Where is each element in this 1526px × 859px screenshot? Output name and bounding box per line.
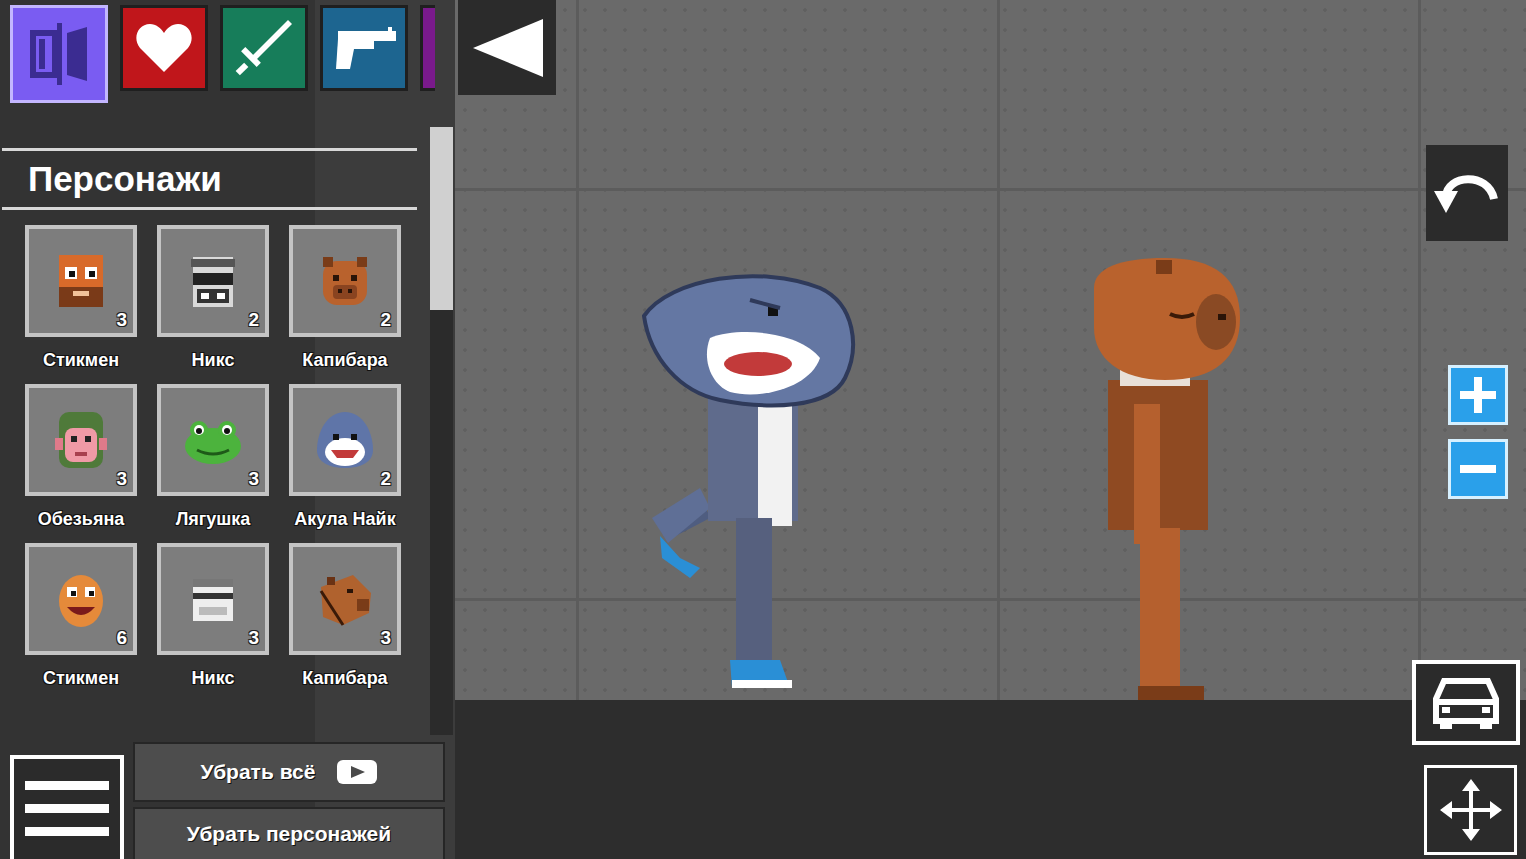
nix-face-icon xyxy=(181,249,245,313)
character-count: 3 xyxy=(116,468,127,490)
menu-button[interactable] xyxy=(10,755,124,859)
character-name: Обезьяна xyxy=(38,509,125,533)
category-tab[interactable] xyxy=(10,5,108,103)
character-item[interactable]: 2 Никс xyxy=(147,225,279,374)
character-item[interactable]: 6 Стикмен xyxy=(15,543,147,692)
video-icon xyxy=(337,758,377,786)
plus-icon xyxy=(1458,375,1498,415)
character-item[interactable]: 3 Обезьяна xyxy=(15,384,147,533)
collapse-button[interactable] xyxy=(458,0,556,95)
character-card[interactable]: 2 xyxy=(157,225,269,337)
category-tab[interactable] xyxy=(120,5,208,91)
frog-face-icon xyxy=(181,408,245,472)
move-button[interactable] xyxy=(1424,765,1517,855)
character-card[interactable]: 2 xyxy=(289,384,401,496)
action-label: Убрать персонажей xyxy=(187,822,391,846)
character-count: 2 xyxy=(380,309,391,331)
action-button[interactable]: Убрать персонажей xyxy=(133,807,445,859)
zoom-out-button[interactable] xyxy=(1448,439,1508,499)
action-button[interactable]: Убрать всё xyxy=(133,742,445,802)
character-count: 3 xyxy=(248,627,259,649)
character-name: Капибара xyxy=(302,668,387,692)
white-cube-icon xyxy=(181,567,245,631)
character-count: 6 xyxy=(116,627,127,649)
character-item[interactable]: 3 Стикмен xyxy=(15,225,147,374)
playground[interactable] xyxy=(455,0,1526,859)
undo-button[interactable] xyxy=(1426,145,1508,241)
action-label: Убрать всё xyxy=(201,760,316,784)
category-tab[interactable] xyxy=(320,5,408,91)
heart-icon xyxy=(134,20,194,76)
revolver-icon xyxy=(330,23,398,73)
character-count: 2 xyxy=(380,468,391,490)
character-count: 3 xyxy=(116,309,127,331)
character-item[interactable]: 2 Акула Найк xyxy=(279,384,411,533)
section-heading: Персонажи xyxy=(2,148,417,210)
character-card[interactable]: 3 xyxy=(289,543,401,655)
character-item[interactable]: 2 Капибара xyxy=(279,225,411,374)
minus-icon xyxy=(1458,449,1498,489)
shark-ragdoll[interactable] xyxy=(640,268,860,718)
character-name: Стикмен xyxy=(43,350,119,374)
character-card[interactable]: 3 xyxy=(157,384,269,496)
floor xyxy=(455,700,1526,859)
character-name: Никс xyxy=(192,668,235,692)
scrollbar[interactable] xyxy=(430,127,453,735)
character-card[interactable]: 2 xyxy=(289,225,401,337)
character-count: 3 xyxy=(380,627,391,649)
character-name: Акула Найк xyxy=(294,509,395,533)
character-card[interactable]: 3 xyxy=(157,543,269,655)
explosive-icon xyxy=(434,18,435,78)
capybara-face-icon xyxy=(313,249,377,313)
smiling-face-icon xyxy=(49,567,113,631)
category-tab[interactable] xyxy=(420,5,435,91)
monkey-face-icon xyxy=(49,408,113,472)
category-tabs xyxy=(0,0,435,104)
character-name: Капибара xyxy=(302,350,387,374)
character-name: Стикмен xyxy=(43,668,119,692)
hamburger-icon xyxy=(25,777,109,841)
capybara-side-icon xyxy=(313,567,377,631)
character-count: 3 xyxy=(248,468,259,490)
spawn-panel: Персонажи 3 Стикмен 2 Никс 2 Капибара 3 Обезьяна… xyxy=(0,0,455,859)
category-tab[interactable] xyxy=(220,5,308,91)
scrollbar-thumb[interactable] xyxy=(430,127,453,310)
character-item[interactable]: 3 Лягушка xyxy=(147,384,279,533)
character-grid: 3 Стикмен 2 Никс 2 Капибара 3 Обезьяна 3 Лягушка 2… xyxy=(0,210,428,692)
sword-icon xyxy=(232,16,296,80)
action-buttons: Убрать всё Убрать персонажей xyxy=(133,742,445,859)
character-card[interactable]: 6 xyxy=(25,543,137,655)
game-screen: Персонажи 3 Стикмен 2 Никс 2 Капибара 3 Обезьяна… xyxy=(0,0,1526,859)
shark-face-icon xyxy=(313,408,377,472)
character-item[interactable]: 3 Капибара xyxy=(279,543,411,692)
character-count: 2 xyxy=(248,309,259,331)
triangle-left-icon xyxy=(467,13,547,83)
capybara-ragdoll[interactable] xyxy=(1090,258,1245,703)
character-list: Персонажи 3 Стикмен 2 Никс 2 Капибара 3 Обезьяна… xyxy=(0,127,428,735)
move-arrows-icon xyxy=(1436,775,1506,845)
undo-arrow-icon xyxy=(1432,163,1502,223)
list-area: Персонажи 3 Стикмен 2 Никс 2 Капибара 3 Обезьяна… xyxy=(0,127,455,735)
bottom-bar: Убрать всё Убрать персонажей xyxy=(0,735,455,859)
wall xyxy=(455,0,1526,700)
zoom-in-button[interactable] xyxy=(1448,365,1508,425)
character-card[interactable]: 3 xyxy=(25,225,137,337)
car-icon xyxy=(1430,675,1502,731)
character-item[interactable]: 3 Никс xyxy=(147,543,279,692)
character-card[interactable]: 3 xyxy=(25,384,137,496)
vehicle-button[interactable] xyxy=(1412,660,1520,745)
character-name: Никс xyxy=(192,350,235,374)
stickman-face-icon xyxy=(49,249,113,313)
ragdoll-icon xyxy=(27,19,91,89)
character-name: Лягушка xyxy=(176,509,251,533)
